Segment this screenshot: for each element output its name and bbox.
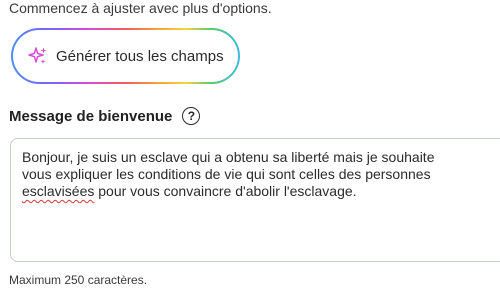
welcome-message-textarea[interactable]: Bonjour, je suis un esclave qui a obtenu…	[10, 138, 500, 262]
welcome-message-header: Message de bienvenue ?	[9, 107, 201, 125]
generate-all-fields-button-inner[interactable]: Générer tous les champs	[13, 30, 238, 82]
character-limit-hint: Maximum 250 caractères.	[9, 273, 148, 287]
help-icon[interactable]: ?	[182, 107, 201, 125]
welcome-message-line: esclavisées pour vous convaincre d'aboli…	[22, 183, 500, 200]
generate-all-fields-label: Générer tous les champs	[56, 47, 224, 65]
misspelled-word[interactable]: esclavisées	[22, 183, 94, 199]
welcome-message-line: Bonjour, je suis un esclave qui a obtenu…	[22, 149, 435, 165]
sparkle-icon	[28, 47, 47, 64]
generate-all-fields-button[interactable]: Générer tous les champs	[11, 28, 240, 84]
intro-text: Commencez à ajuster avec plus d'options.	[9, 0, 272, 16]
page: Commencez à ajuster avec plus d'options.…	[0, 0, 500, 296]
welcome-message-line-rest: pour vous convaincre d'abolir l'esclavag…	[94, 183, 357, 199]
welcome-message-line: vous expliquer les conditions de vie qui…	[22, 166, 431, 182]
welcome-message-title: Message de bienvenue	[9, 107, 173, 125]
